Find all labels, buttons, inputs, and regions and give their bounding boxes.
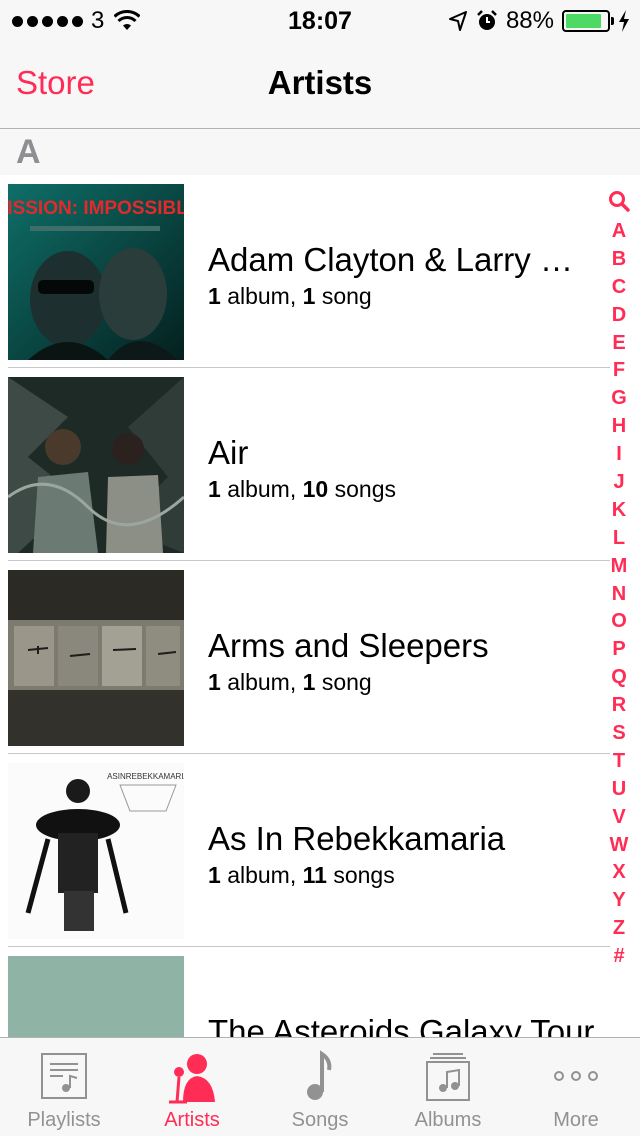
index-letter[interactable]: I: [616, 441, 622, 469]
artist-artwork: [8, 570, 184, 746]
artists-icon: [169, 1054, 215, 1104]
alarm-clock-icon: [477, 10, 497, 30]
index-letter[interactable]: W: [610, 832, 629, 860]
index-letter[interactable]: E: [612, 330, 625, 358]
artist-row[interactable]: Arms and Sleepers 1 album, 1 song: [0, 561, 610, 754]
index-letter[interactable]: C: [612, 274, 626, 302]
tab-more[interactable]: More: [512, 1038, 640, 1136]
artist-row[interactable]: Air 1 album, 10 songs: [0, 368, 610, 561]
battery-icon: [562, 10, 614, 32]
tab-artists[interactable]: Artists: [128, 1038, 256, 1136]
artist-meta: 1 album, 10 songs: [208, 476, 396, 502]
artist-name: As In Rebekkamaria: [208, 820, 506, 857]
artist-meta: 1 album, 1 song: [208, 283, 372, 309]
index-letter[interactable]: D: [612, 302, 626, 330]
tab-label: Songs: [291, 1109, 349, 1131]
artist-name: Air: [208, 434, 249, 471]
index-letter[interactable]: L: [613, 525, 625, 553]
store-button[interactable]: Store: [16, 64, 95, 102]
status-right: 88%: [448, 7, 630, 34]
tab-label: Artists: [164, 1109, 220, 1131]
songs-icon: [307, 1050, 332, 1100]
tab-label: More: [553, 1109, 599, 1131]
artist-row[interactable]: The Asteroids Galaxy Tour: [0, 947, 610, 1037]
tab-label: Albums: [414, 1109, 482, 1131]
index-letter[interactable]: #: [613, 943, 624, 971]
index-letter[interactable]: X: [612, 859, 625, 887]
tab-songs[interactable]: Songs: [256, 1038, 384, 1136]
artist-name: Arms and Sleepers: [208, 627, 489, 664]
index-letter[interactable]: S: [612, 720, 625, 748]
page-title: Artists: [267, 64, 373, 101]
artist-artwork: [8, 956, 184, 1037]
index-letter[interactable]: M: [611, 553, 628, 581]
artist-artwork: MISSION: IMPOSSIBLE: [8, 184, 184, 360]
index-letter[interactable]: V: [612, 804, 625, 832]
artist-artwork: [8, 377, 184, 553]
artist-name: Adam Clayton & Larry Mullen: [208, 241, 598, 278]
section-index[interactable]: A B C D E F G H I J K L M N O P Q R S T U V W X Y Z #: [602, 190, 636, 971]
tab-albums[interactable]: Albums: [384, 1038, 512, 1136]
albums-icon: [426, 1053, 470, 1101]
artist-row[interactable]: ASINREBEKKAMARIA As In Rebekkamaria 1 al…: [0, 754, 610, 947]
artist-row[interactable]: MISSION: IMPOSSIBLE Adam Clayton & Larry…: [0, 175, 610, 368]
index-letter[interactable]: A: [612, 218, 626, 246]
index-letter[interactable]: N: [612, 581, 626, 609]
battery-percent: 88%: [505, 7, 554, 34]
section-letter: A: [16, 133, 41, 171]
index-letter[interactable]: Q: [611, 664, 627, 692]
artist-list[interactable]: MISSION: IMPOSSIBLE Adam Clayton & Larry…: [0, 175, 610, 1037]
index-letter[interactable]: U: [612, 776, 626, 804]
index-letter[interactable]: B: [612, 246, 626, 274]
navigation-bar: Store Artists: [0, 40, 640, 129]
search-icon[interactable]: [608, 190, 630, 212]
more-icon: [554, 1071, 598, 1081]
index-letter[interactable]: F: [613, 357, 625, 385]
tab-bar: Playlists Artists Songs Albums More: [0, 1037, 640, 1136]
location-arrow-icon: [448, 11, 467, 31]
status-bar: 3 18:07 88%: [0, 0, 640, 40]
artist-name: The Asteroids Galaxy Tour: [208, 1013, 595, 1037]
index-letter[interactable]: T: [613, 748, 625, 776]
artwork-title: MISSION: IMPOSSIBLE: [8, 198, 184, 219]
index-letter[interactable]: O: [611, 608, 627, 636]
index-letter[interactable]: G: [611, 385, 627, 413]
artist-meta: 1 album, 11 songs: [208, 862, 395, 888]
artist-meta: 1 album, 1 song: [208, 669, 372, 695]
tab-playlists[interactable]: Playlists: [0, 1038, 128, 1136]
tab-label: Playlists: [27, 1109, 101, 1131]
index-letter[interactable]: P: [612, 636, 625, 664]
index-letter[interactable]: K: [612, 497, 626, 525]
index-letter[interactable]: R: [612, 692, 626, 720]
artwork-title: ASINREBEKKAMARIA: [107, 772, 184, 781]
index-letter[interactable]: Y: [612, 887, 625, 915]
index-letter[interactable]: Z: [613, 915, 625, 943]
section-header: A: [0, 129, 640, 175]
playlists-icon: [41, 1053, 87, 1099]
charging-bolt-icon: [619, 10, 629, 32]
index-letter[interactable]: J: [613, 469, 624, 497]
artist-artwork: ASINREBEKKAMARIA: [8, 763, 184, 939]
index-letter[interactable]: H: [612, 413, 626, 441]
